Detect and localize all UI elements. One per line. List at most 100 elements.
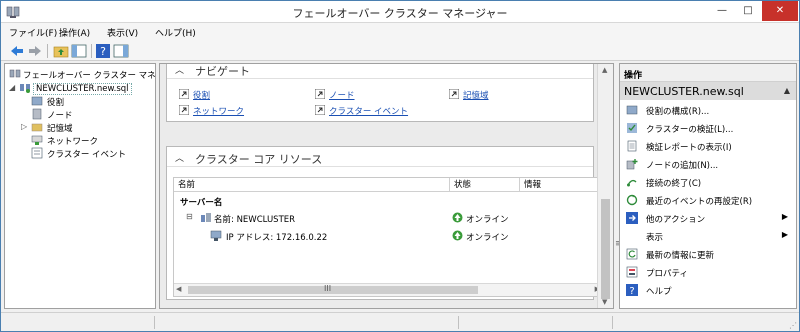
resize-grip-icon[interactable]: ⋰ <box>789 321 797 330</box>
network-icon <box>31 135 43 145</box>
action-label: ノードの追加(N)... <box>646 161 719 171</box>
action-properties[interactable]: プロパティ <box>620 264 796 280</box>
forward-arrow-icon[interactable] <box>27 43 43 59</box>
horizontal-scrollbar[interactable]: ◀ III ▶ <box>174 283 602 296</box>
menu-action[interactable]: 操作(A) <box>59 26 90 39</box>
action-help[interactable]: ? ヘルプ <box>620 282 796 298</box>
tree-item-label: 記憶域 <box>47 124 73 134</box>
nav-link-cluster-events[interactable]: クラスター イベント <box>329 105 408 117</box>
storage-icon <box>31 123 43 132</box>
minimize-button[interactable]: — <box>709 1 735 21</box>
toolbar: ? <box>1 41 799 61</box>
column-header-status[interactable]: 状態 <box>450 178 520 192</box>
maximize-button[interactable]: □ <box>735 1 761 21</box>
roles-icon <box>31 96 43 106</box>
column-header-info[interactable]: 情報 <box>520 178 602 192</box>
window-title: フェールオーバー クラスター マネージャー <box>292 7 508 20</box>
properties-icon <box>626 266 638 278</box>
more-actions-icon <box>626 212 638 224</box>
tree-item-roles[interactable]: 役割 <box>5 95 155 108</box>
scroll-left-icon[interactable]: ◀ <box>176 285 181 293</box>
action-label: 最新の情報に更新 <box>646 251 715 261</box>
action-reset-recent-events[interactable]: 最近のイベントの再設定(R) <box>620 192 796 208</box>
scroll-grip: III <box>324 284 332 293</box>
scroll-down-icon[interactable]: ▼ <box>602 298 607 306</box>
show-hide-tree-icon[interactable] <box>71 43 87 59</box>
ip-address-icon <box>210 230 222 241</box>
action-label: 接続の終了(C) <box>646 179 702 189</box>
tree-pane: フェールオーバー クラスター マネージ ◢ NEWCLUSTER.new.sql… <box>4 63 156 309</box>
action-label: 役割の構成(R)... <box>646 107 710 117</box>
tree-item-nodes[interactable]: ノード <box>5 108 155 121</box>
group-header: サーバー名 <box>180 198 223 208</box>
navigate-title: ナビゲート <box>195 65 250 78</box>
action-view-validation-report[interactable]: 検証レポートの表示(I) <box>620 138 796 154</box>
status-cell <box>5 316 155 329</box>
navigate-section: ︿ ナビゲート 役割 ノード 記憶域 ネットワーク クラスター イベント <box>166 64 594 122</box>
row-status: オンライン <box>466 233 509 243</box>
scroll-up-icon[interactable]: ▲ <box>602 66 607 74</box>
link-arrow-icon <box>315 89 325 99</box>
validate-icon <box>627 123 637 133</box>
collapse-triangle-icon[interactable]: ▲ <box>784 86 790 95</box>
title-bar: フェールオーバー クラスター マネージャー — □ ✕ <box>1 1 799 23</box>
action-label: ヘルプ <box>646 287 672 297</box>
close-button[interactable]: ✕ <box>762 1 798 21</box>
resources-table: 名前 状態 情報 サーバー名 ⊟ 名前: NEWCLUSTER オンライン IP… <box>173 177 603 297</box>
collapse-chevron-icon[interactable]: ︿ <box>175 64 184 76</box>
folder-up-icon[interactable] <box>53 43 69 59</box>
core-resources-header[interactable]: ︿ クラスター コア リソース <box>167 147 593 167</box>
menu-file[interactable]: ファイル(F) <box>9 26 57 39</box>
action-pane-icon[interactable] <box>113 43 129 59</box>
scroll-thumb[interactable] <box>601 199 610 299</box>
action-validate-cluster[interactable]: クラスターの検証(L)... <box>620 120 796 136</box>
report-icon <box>627 140 637 152</box>
link-arrow-icon <box>179 89 189 99</box>
navigate-header[interactable]: ︿ ナビゲート <box>167 64 593 79</box>
table-row[interactable]: IP アドレス: 172.16.0.22 オンライン <box>186 230 596 243</box>
tree-item-cluster-events[interactable]: クラスター イベント <box>5 147 155 160</box>
reset-events-icon <box>626 194 638 206</box>
action-label: 他のアクション <box>646 215 706 225</box>
nav-link-networks[interactable]: ネットワーク <box>193 105 244 117</box>
action-close-connection[interactable]: 接続の終了(C) <box>620 174 796 190</box>
nav-link-storage[interactable]: 記憶域 <box>463 89 489 101</box>
action-view[interactable]: 表示 ▶ <box>620 228 796 244</box>
table-row[interactable]: ⊟ 名前: NEWCLUSTER オンライン <box>186 212 596 225</box>
collapse-triangle-icon[interactable]: ◢ <box>9 83 18 92</box>
scroll-thumb[interactable] <box>188 286 478 294</box>
status-cell <box>463 316 613 329</box>
column-header-name[interactable]: 名前 <box>174 178 450 192</box>
nodes-icon <box>32 108 42 120</box>
nav-link-nodes[interactable]: ノード <box>329 89 355 101</box>
actions-subheader[interactable]: NEWCLUSTER.new.sql ▲ <box>620 82 796 100</box>
menu-help[interactable]: ヘルプ(H) <box>155 26 196 39</box>
actions-header: 操作 <box>620 64 796 82</box>
menu-view[interactable]: 表示(V) <box>107 26 138 39</box>
tree-item-networks[interactable]: ネットワーク <box>5 134 155 147</box>
roles-icon <box>626 105 638 115</box>
collapse-box-icon[interactable]: ⊟ <box>186 212 193 221</box>
help-icon: ? <box>626 284 638 296</box>
cluster-manager-icon <box>9 69 21 78</box>
expand-triangle-icon[interactable]: ▷ <box>21 122 30 131</box>
collapse-chevron-icon[interactable]: ︿ <box>175 151 184 164</box>
vertical-scrollbar[interactable]: ▲ ▼ <box>597 64 613 308</box>
tree-root[interactable]: フェールオーバー クラスター マネージ <box>5 68 155 81</box>
row-name: 名前: NEWCLUSTER <box>214 215 296 225</box>
back-arrow-icon[interactable] <box>9 43 25 59</box>
center-pane: ︿ ナビゲート 役割 ノード 記憶域 ネットワーク クラスター イベント ︿ ク… <box>159 63 614 309</box>
toolbar-separator <box>91 44 92 58</box>
action-add-node[interactable]: ノードの追加(N)... <box>620 156 796 172</box>
action-more-actions[interactable]: 他のアクション ▶ <box>620 210 796 226</box>
tree-root-label: フェールオーバー クラスター マネージ <box>23 71 156 81</box>
action-refresh[interactable]: 最新の情報に更新 <box>620 246 796 262</box>
svg-text:?: ? <box>629 286 634 296</box>
action-configure-role[interactable]: 役割の構成(R)... <box>620 102 796 118</box>
events-icon <box>31 147 43 159</box>
action-label: クラスターの検証(L)... <box>646 125 734 135</box>
nav-link-roles[interactable]: 役割 <box>193 89 210 101</box>
help-icon[interactable]: ? <box>95 43 111 59</box>
tree-cluster[interactable]: ◢ NEWCLUSTER.new.sql <box>5 82 155 95</box>
tree-item-storage[interactable]: ▷ 記憶域 <box>5 121 155 134</box>
